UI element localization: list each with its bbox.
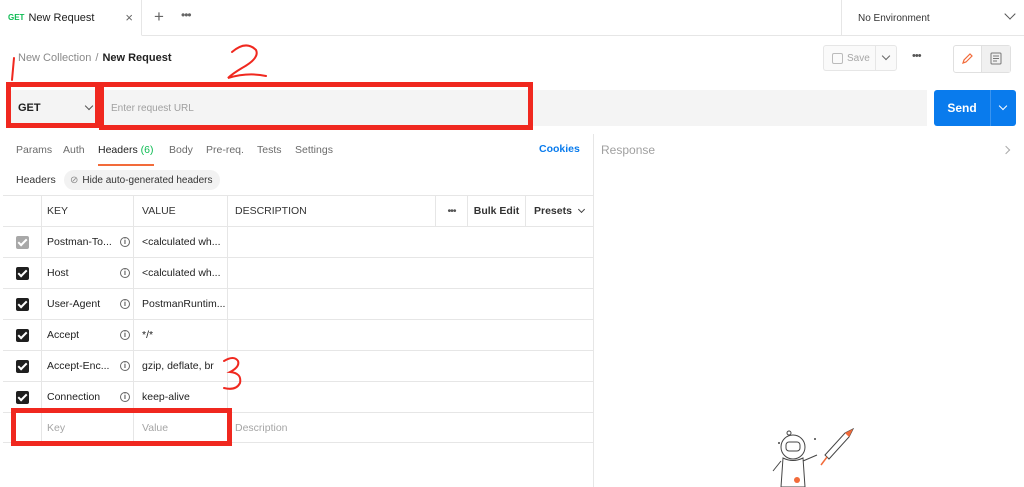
url-bar: GET Send [0, 88, 1024, 128]
hide-auto-headers-label: Hide auto-generated headers [82, 174, 213, 186]
save-label: Save [847, 52, 870, 64]
header-description[interactable] [227, 320, 593, 350]
chevron-right-icon[interactable] [1001, 145, 1011, 155]
presets-label: Presets [534, 205, 572, 217]
tab-title: New Request [28, 11, 95, 24]
breadcrumb-request[interactable]: New Request [102, 52, 171, 64]
tab-headers[interactable]: Headers (6) [98, 144, 153, 156]
table-row: Postman-To... i <calculated wh... [3, 226, 593, 257]
tab-bar: GET New Request × + ••• No Environment [0, 0, 1024, 36]
url-input[interactable] [101, 90, 927, 126]
header-value[interactable]: */* [133, 320, 227, 350]
header-checkbox[interactable] [15, 328, 29, 342]
header-description[interactable] [227, 289, 593, 319]
eye-off-icon: ⊘ [70, 174, 79, 186]
header-value[interactable]: <calculated wh... [133, 258, 227, 288]
more-tabs-icon[interactable]: ••• [181, 8, 192, 22]
column-key: KEY [41, 196, 133, 226]
tab-tests[interactable]: Tests [257, 144, 282, 156]
tab-pre-request[interactable]: Pre-req. [206, 144, 244, 156]
column-description: DESCRIPTION [227, 196, 435, 226]
add-tab-icon[interactable]: + [150, 7, 168, 27]
document-icon [990, 52, 1002, 65]
breadcrumb-collection[interactable]: New Collection [18, 52, 91, 64]
tab-new-request[interactable]: GET New Request × [0, 0, 142, 36]
tab-body[interactable]: Body [169, 144, 193, 156]
method-value: GET [18, 102, 41, 114]
send-label: Send [947, 101, 977, 115]
table-row: Accept-Enc... i gzip, deflate, br [3, 350, 593, 381]
table-row: Accept i */* [3, 319, 593, 350]
astronaut-illustration [772, 427, 855, 487]
tab-params[interactable]: Params [16, 144, 52, 156]
header-description[interactable] [227, 351, 593, 381]
environment-label: No Environment [858, 12, 930, 24]
response-label: Response [601, 143, 656, 157]
header-description[interactable] [227, 382, 593, 412]
header-value[interactable]: keep-alive [133, 382, 227, 412]
view-toggle [953, 45, 1011, 73]
column-value: VALUE [133, 196, 227, 226]
tab-auth[interactable]: Auth [63, 144, 85, 156]
close-icon[interactable]: × [125, 10, 133, 25]
pencil-icon [962, 53, 973, 64]
more-actions-icon[interactable]: ••• [912, 50, 922, 62]
tab-headers-label: Headers [98, 144, 138, 156]
hide-auto-headers-button[interactable]: ⊘ Hide auto-generated headers [64, 170, 221, 190]
column-options-icon[interactable]: ••• [435, 196, 467, 226]
headers-count-badge: (6) [140, 144, 154, 156]
new-description-input[interactable]: Description [227, 413, 593, 443]
send-button[interactable]: Send [934, 90, 1016, 126]
header-value[interactable]: <calculated wh... [133, 227, 227, 257]
new-header-row: Key Value Description [3, 412, 593, 443]
info-icon[interactable]: i [120, 330, 130, 340]
tab-settings[interactable]: Settings [295, 144, 333, 156]
info-icon[interactable]: i [120, 268, 130, 278]
chevron-down-icon [1004, 8, 1016, 20]
new-value-input[interactable]: Value [133, 413, 227, 443]
headers-section-label: Headers [16, 174, 56, 186]
header-checkbox[interactable] [15, 390, 29, 404]
info-icon[interactable]: i [120, 392, 130, 402]
info-icon[interactable]: i [120, 237, 130, 247]
method-select[interactable]: GET [10, 90, 98, 126]
header-checkbox[interactable] [15, 359, 29, 373]
info-icon[interactable]: i [120, 299, 130, 309]
save-dropdown-button[interactable] [875, 45, 897, 71]
header-checkbox[interactable] [15, 266, 29, 280]
chevron-down-icon [577, 205, 585, 214]
headers-table: KEY VALUE DESCRIPTION ••• Bulk Edit Pres… [3, 195, 593, 443]
breadcrumb-separator: / [95, 52, 99, 64]
header-value[interactable]: gzip, deflate, br [133, 351, 227, 381]
info-icon[interactable]: i [120, 361, 130, 371]
request-tabs: Params Auth Headers (6) Body Pre-req. Te… [0, 134, 593, 166]
edit-view-button[interactable] [954, 46, 982, 72]
header-value[interactable]: PostmanRuntim... [133, 289, 227, 319]
request-header: New Collection / New Request Save ••• [0, 37, 1024, 81]
save-button[interactable]: Save [823, 45, 875, 71]
table-row: Host i <calculated wh... [3, 257, 593, 288]
pane-divider[interactable] [593, 134, 594, 487]
table-row: User-Agent i PostmanRuntim... [3, 288, 593, 319]
new-key-input[interactable]: Key [41, 413, 133, 443]
breadcrumb: New Collection / New Request [18, 52, 172, 64]
header-checkbox[interactable] [15, 297, 29, 311]
header-checkbox[interactable] [15, 235, 29, 249]
send-dropdown-button[interactable] [990, 90, 1016, 126]
environment-select[interactable]: No Environment [841, 0, 1024, 36]
cookies-link[interactable]: Cookies [539, 143, 580, 155]
tab-method: GET [8, 13, 25, 22]
header-description[interactable] [227, 258, 593, 288]
presets-dropdown[interactable]: Presets [525, 196, 593, 226]
table-header-row: KEY VALUE DESCRIPTION ••• Bulk Edit Pres… [3, 195, 593, 226]
save-icon [832, 52, 843, 64]
bulk-edit-button[interactable]: Bulk Edit [467, 196, 525, 226]
header-description[interactable] [227, 227, 593, 257]
documentation-view-button[interactable] [982, 46, 1010, 72]
chevron-down-icon [84, 101, 94, 111]
table-row: Connection i keep-alive [3, 381, 593, 412]
active-tab-indicator [98, 164, 154, 166]
